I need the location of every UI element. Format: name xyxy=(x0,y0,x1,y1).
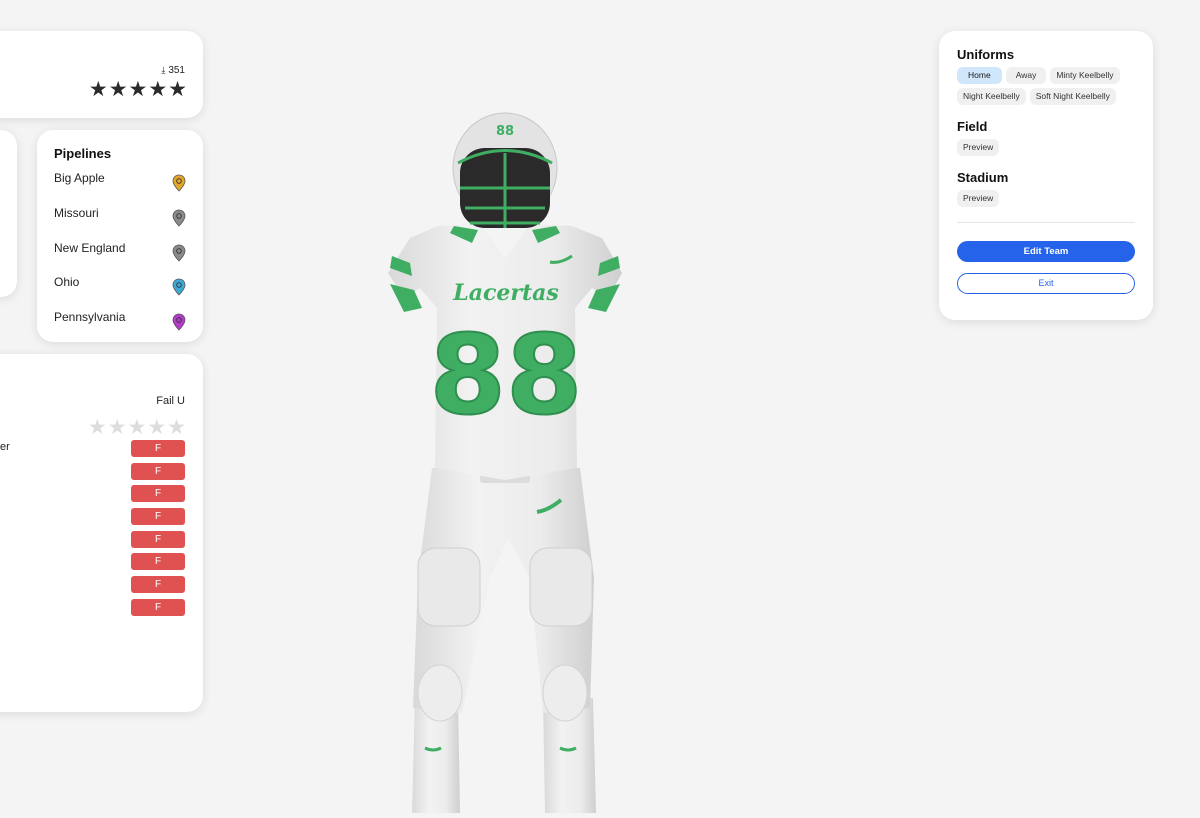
team-summary-card: ⤓ 351 ★ ★ ★ ★ ★ xyxy=(0,31,203,118)
download-icon: ⤓ xyxy=(161,65,166,75)
pipelines-list: Big Apple Missouri New England Ohio Penn… xyxy=(54,166,186,339)
pipeline-label: Big Apple xyxy=(54,171,105,186)
star-icon: ★ xyxy=(168,78,187,101)
field-title: Field xyxy=(957,119,988,134)
field-preview-button[interactable]: Preview xyxy=(957,139,1000,156)
pipeline-item[interactable]: Missouri xyxy=(54,201,186,236)
player-figure: Lacertas 88 88 xyxy=(388,112,622,813)
uniform-option-home[interactable]: Home xyxy=(957,67,1002,84)
grade-badge: F xyxy=(131,576,185,594)
star-icon: ★ xyxy=(87,416,107,439)
school-name: Fail U xyxy=(156,395,185,407)
partial-card xyxy=(0,130,17,297)
star-icon: ★ xyxy=(107,416,127,439)
map-pin-icon xyxy=(172,209,186,227)
star-icon: ★ xyxy=(167,416,186,439)
uniform-option-night-keelbelly[interactable]: Night Keelbelly xyxy=(957,88,1026,105)
star-icon: ★ xyxy=(147,416,167,439)
grade-badge: F xyxy=(131,462,185,480)
star-icon: ★ xyxy=(148,78,168,101)
star-icon: ★ xyxy=(127,416,147,439)
uniform-option-minty-keelbelly[interactable]: Minty Keelbelly xyxy=(1050,67,1120,84)
jersey-wordmark: Lacertas xyxy=(452,280,559,306)
stadium-title: Stadium xyxy=(957,170,1009,185)
divider xyxy=(957,222,1135,223)
uniform-option-away[interactable]: Away xyxy=(1005,67,1047,84)
grade-list: F F F F F F F F xyxy=(131,440,185,616)
pipeline-label: Ohio xyxy=(54,275,80,290)
player-uniform-preview[interactable]: Lacertas 88 88 xyxy=(380,108,630,813)
grade-badge: F xyxy=(131,508,185,526)
map-pin-icon xyxy=(172,174,186,192)
pipelines-title: Pipelines xyxy=(54,146,112,161)
uniforms-title: Uniforms xyxy=(957,47,1015,62)
downloads-count: ⤓ 351 xyxy=(161,65,185,76)
map-pin-icon xyxy=(172,279,186,296)
map-pin-icon xyxy=(172,313,186,331)
star-icon: ★ xyxy=(128,78,148,101)
helmet-number: 88 xyxy=(496,124,514,139)
jersey-number: 88 xyxy=(429,311,582,439)
school-rating-stars: ★ ★ ★ ★ ★ xyxy=(88,417,186,438)
grade-badge: F xyxy=(131,485,185,503)
map-pin-icon xyxy=(172,244,186,262)
stadium-preview-button[interactable]: Preview xyxy=(957,190,1000,207)
grade-badge: F xyxy=(131,530,185,548)
grade-badge: F xyxy=(131,440,185,457)
star-icon: ★ xyxy=(108,78,128,101)
pipeline-item[interactable]: Big Apple xyxy=(54,166,186,201)
customization-panel: Uniforms Home Away Minty Keelbelly Night… xyxy=(939,31,1153,320)
edit-team-button[interactable]: Edit Team xyxy=(957,241,1135,262)
grades-card: Fail U ★ ★ ★ ★ ★ er F F F F F F F F xyxy=(0,354,203,712)
star-icon: ★ xyxy=(88,78,108,101)
exit-button[interactable]: Exit xyxy=(957,273,1135,294)
pipeline-label: Pennsylvania xyxy=(54,310,126,325)
grade-badge: F xyxy=(131,553,185,571)
pipeline-label: Missouri xyxy=(54,206,99,221)
grade-badge: F xyxy=(131,598,185,616)
team-rating-stars: ★ ★ ★ ★ ★ xyxy=(89,79,187,100)
pipeline-item[interactable]: Pennsylvania xyxy=(54,305,186,340)
uniform-options: Home Away Minty Keelbelly Night Keelbell… xyxy=(957,67,1135,105)
grade-row-label: er xyxy=(0,441,10,453)
pipelines-card: Pipelines Big Apple Missouri New England… xyxy=(37,130,203,342)
uniform-option-soft-night-keelbelly[interactable]: Soft Night Keelbelly xyxy=(1029,88,1116,105)
pipeline-item[interactable]: Ohio xyxy=(54,270,186,305)
pipeline-label: New England xyxy=(54,240,126,255)
pipeline-item[interactable]: New England xyxy=(54,235,186,270)
